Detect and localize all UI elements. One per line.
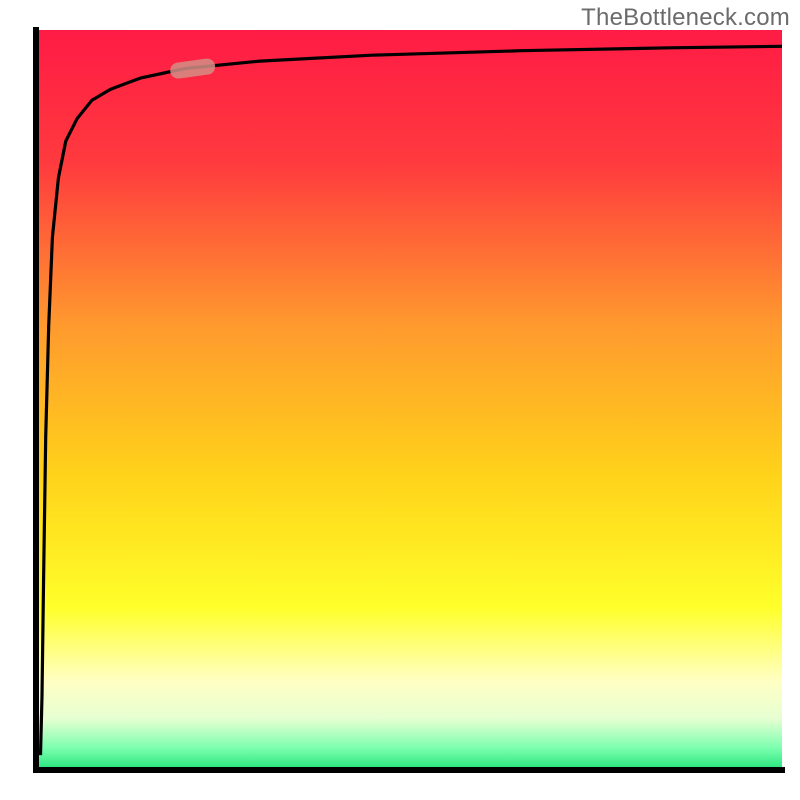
watermark-text: TheBottleneck.com bbox=[581, 4, 790, 32]
plot-background bbox=[36, 30, 782, 770]
chart-svg bbox=[0, 0, 800, 800]
chart-stage: TheBottleneck.com bbox=[0, 0, 800, 800]
